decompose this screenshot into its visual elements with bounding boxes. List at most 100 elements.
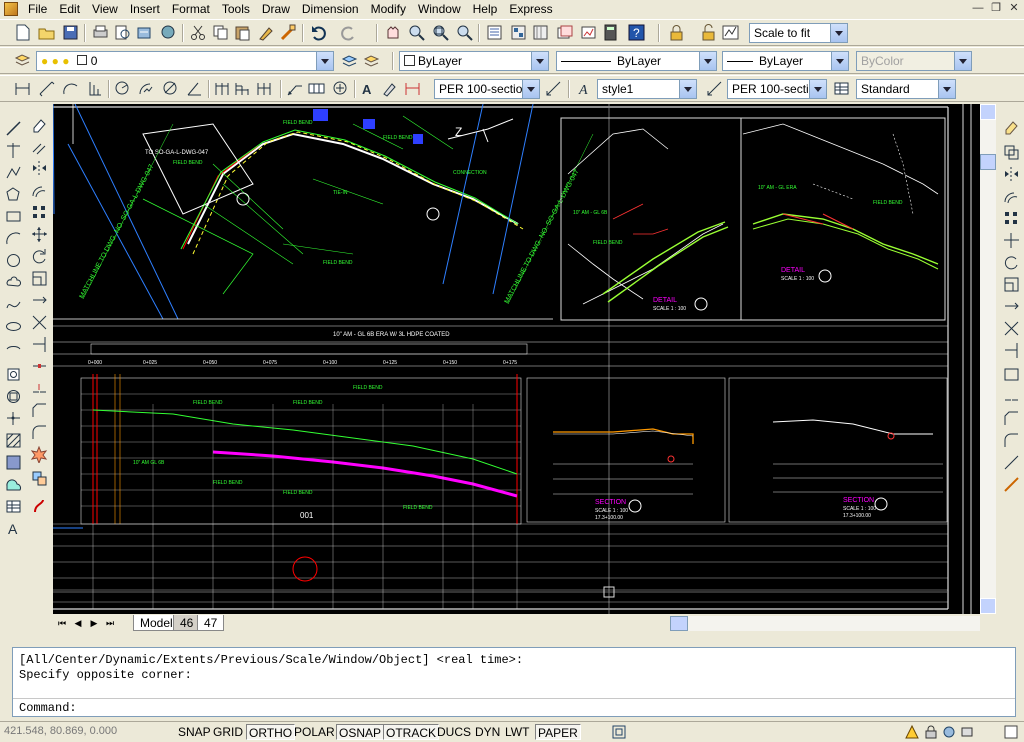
stretch-right-icon[interactable] xyxy=(1003,298,1020,315)
open-icon[interactable] xyxy=(38,24,55,41)
viewport-scale-combo[interactable]: Scale to fit xyxy=(749,23,848,43)
circle-icon[interactable] xyxy=(5,252,22,269)
continue-dimension-icon[interactable] xyxy=(256,80,273,97)
rotate-right-icon[interactable] xyxy=(1003,254,1020,271)
region-icon[interactable] xyxy=(5,476,22,493)
chamfer-right-icon[interactable] xyxy=(1003,410,1020,427)
jogged-dimension-icon[interactable] xyxy=(138,80,155,97)
arc-icon[interactable] xyxy=(5,230,22,247)
menu-modify[interactable]: Modify xyxy=(365,0,412,18)
move-right-icon[interactable] xyxy=(1003,232,1020,249)
quick-leader-icon[interactable] xyxy=(286,80,303,97)
rotate-icon[interactable] xyxy=(31,248,48,265)
horizontal-scroll-thumb[interactable] xyxy=(670,616,688,631)
break-right-icon[interactable] xyxy=(1003,366,1020,383)
linetype-combo[interactable]: ByLayer xyxy=(556,51,717,71)
snap-toggle[interactable]: SNAP xyxy=(176,724,213,740)
rectangle-icon[interactable] xyxy=(5,208,22,225)
horizontal-scrollbar[interactable] xyxy=(670,616,980,631)
copy-right-icon[interactable] xyxy=(1003,144,1020,161)
center-mark-icon[interactable] xyxy=(332,80,349,97)
polyline-icon[interactable] xyxy=(5,164,22,181)
menu-dimension[interactable]: Dimension xyxy=(296,0,365,18)
block-editor-icon[interactable] xyxy=(280,24,297,41)
aligned-dimension-icon[interactable] xyxy=(38,80,55,97)
prev-tab-icon[interactable]: ◀ xyxy=(71,616,85,630)
dimension-style-manager-icon[interactable] xyxy=(706,80,723,97)
polar-toggle[interactable]: POLAR xyxy=(292,724,337,740)
plot-preview-icon[interactable] xyxy=(114,24,131,41)
polygon-icon[interactable] xyxy=(5,186,22,203)
3d-dwf-icon[interactable] xyxy=(160,24,177,41)
grid-toggle[interactable]: GRID xyxy=(211,724,245,740)
layer-previous-icon[interactable] xyxy=(363,52,380,69)
extend-icon[interactable] xyxy=(31,336,48,353)
baseline-dimension-icon[interactable] xyxy=(234,80,251,97)
copy-icon[interactable] xyxy=(212,24,229,41)
paste-icon[interactable] xyxy=(234,24,251,41)
scale-right-icon[interactable] xyxy=(1003,276,1020,293)
command-prompt[interactable]: Command: xyxy=(19,701,77,715)
unlock-icon[interactable] xyxy=(700,24,717,41)
menu-format[interactable]: Format xyxy=(166,0,216,18)
sheet-set-icon[interactable] xyxy=(556,24,573,41)
table-style-combo[interactable]: Standard xyxy=(856,79,956,99)
construction-line-icon[interactable] xyxy=(5,142,22,159)
color-combo[interactable]: ByLayer xyxy=(399,51,549,71)
linear-dimension-icon[interactable] xyxy=(14,80,31,97)
chevron-down-icon[interactable] xyxy=(522,80,539,98)
text-style-icon[interactable]: A xyxy=(577,80,594,97)
tray-settings-icon[interactable] xyxy=(960,725,974,739)
dimension-style-combo[interactable]: PER 100-sectio xyxy=(434,79,540,99)
ordinate-dimension-icon[interactable] xyxy=(86,80,103,97)
chevron-down-icon[interactable] xyxy=(679,80,696,98)
draworder-icon[interactable] xyxy=(31,470,48,487)
maximize-viewport-icon[interactable] xyxy=(612,725,626,739)
calculator-icon[interactable] xyxy=(602,24,619,41)
annotation-scale-icon[interactable] xyxy=(942,725,956,739)
offset-right-icon[interactable] xyxy=(1003,188,1020,205)
trim-right-icon[interactable] xyxy=(1003,320,1020,337)
chevron-down-icon[interactable] xyxy=(809,80,826,98)
redo-icon[interactable] xyxy=(340,24,357,41)
radius-dimension-icon[interactable] xyxy=(114,80,131,97)
cut-icon[interactable] xyxy=(190,24,207,41)
drawing-canvas[interactable]: TO SO-GA-L-DWG-047 Z FIELD BEND FIELD BEN… xyxy=(52,103,980,614)
chevron-down-icon[interactable] xyxy=(531,52,548,70)
make-layer-current-icon[interactable] xyxy=(341,52,358,69)
vertical-scrollbar[interactable] xyxy=(980,104,996,614)
clean-screen-icon[interactable] xyxy=(1004,725,1018,739)
menu-insert[interactable]: Insert xyxy=(124,0,166,18)
lock-icon[interactable] xyxy=(924,725,938,739)
ortho-toggle[interactable]: ORTHO xyxy=(246,724,296,740)
fillet-icon[interactable] xyxy=(31,424,48,441)
array-icon[interactable] xyxy=(31,204,48,221)
menu-view[interactable]: View xyxy=(86,0,124,18)
mirror-right-icon[interactable] xyxy=(1003,166,1020,183)
restore-icon[interactable]: ❐ xyxy=(988,1,1004,16)
communication-center-icon[interactable] xyxy=(905,724,919,739)
menu-tools[interactable]: Tools xyxy=(216,0,256,18)
otrack-toggle[interactable]: OTRACK xyxy=(383,724,440,740)
mirror-icon[interactable] xyxy=(31,160,48,177)
multiline-text-icon[interactable]: A xyxy=(5,520,22,537)
chevron-down-icon[interactable] xyxy=(699,52,716,70)
zoom-window-icon[interactable] xyxy=(432,24,449,41)
extend-right-icon[interactable] xyxy=(1003,342,1020,359)
join-right-icon[interactable] xyxy=(1003,388,1020,405)
line-icon[interactable] xyxy=(5,120,22,137)
dimension-style-combo-2[interactable]: PER 100-sectio xyxy=(727,79,827,99)
point-icon[interactable] xyxy=(5,410,22,427)
menu-draw[interactable]: Draw xyxy=(256,0,296,18)
lengthen-icon[interactable] xyxy=(1003,476,1020,493)
lock-toolbar-icon[interactable] xyxy=(668,24,685,41)
ellipse-arc-icon[interactable] xyxy=(5,340,22,357)
array-right-icon[interactable] xyxy=(1003,210,1020,227)
osnap-toggle[interactable]: OSNAP xyxy=(336,724,385,740)
paper-toggle[interactable]: PAPER xyxy=(535,724,581,740)
tolerance-icon[interactable] xyxy=(308,80,325,97)
move-icon[interactable] xyxy=(31,226,48,243)
properties-icon[interactable] xyxy=(486,24,503,41)
new-icon[interactable] xyxy=(14,24,31,41)
ellipse-icon[interactable] xyxy=(5,318,22,335)
